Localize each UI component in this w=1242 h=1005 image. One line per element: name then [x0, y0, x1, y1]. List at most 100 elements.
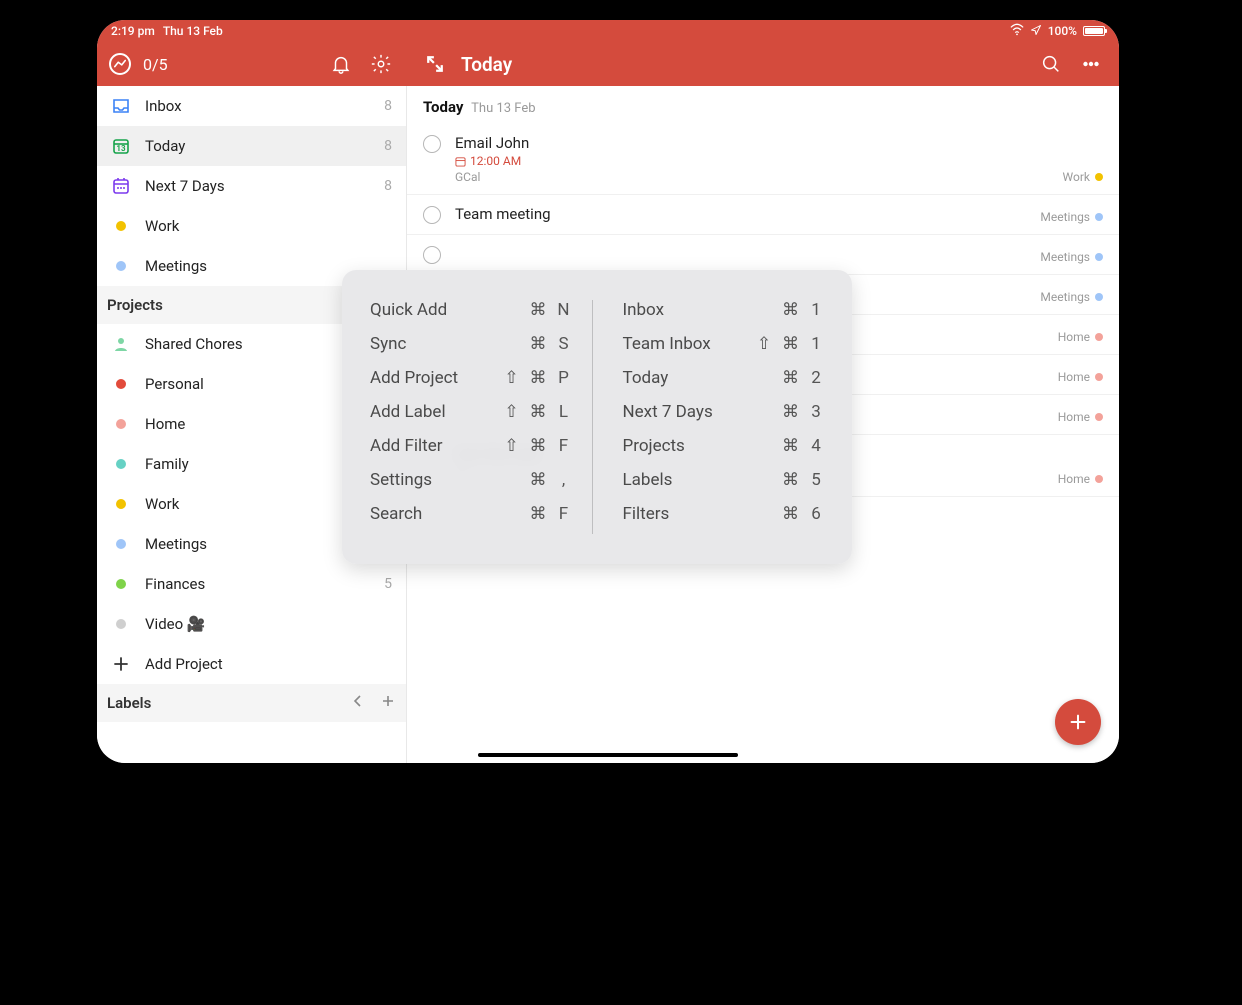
- shortcut-key: ⌘: [782, 504, 798, 524]
- page-title: Today: [461, 53, 512, 76]
- shortcut-row: Projects⌘4: [623, 436, 825, 456]
- shortcut-row: Inbox ⌘ 1: [623, 300, 825, 320]
- karma-icon[interactable]: [109, 53, 131, 75]
- date-header: Today Thu 13 Feb: [407, 86, 1119, 124]
- sidebar-item-label: Today: [145, 137, 370, 155]
- shortcut-name: Today: [623, 368, 745, 388]
- shortcut-name: Sync: [370, 334, 492, 354]
- battery-icon: [1083, 26, 1105, 36]
- svg-text:13: 13: [116, 144, 126, 153]
- labels-header[interactable]: Labels: [97, 684, 406, 722]
- sidebar-item-count: 5: [384, 576, 392, 592]
- dot-icon: [111, 256, 131, 276]
- sidebar-item-label: Work: [145, 217, 392, 235]
- add-task-fab[interactable]: [1055, 699, 1101, 745]
- chevron-left-icon[interactable]: [350, 693, 366, 713]
- shortcut-key: ⌘: [782, 300, 798, 320]
- shortcut-row: Today⌘2: [623, 368, 825, 388]
- shortcut-key: ⇧: [504, 368, 520, 388]
- shortcut-row: Sync ⌘ S: [370, 334, 572, 354]
- shortcut-row: Add Label⇧⌘L: [370, 402, 572, 422]
- settings-button[interactable]: [367, 50, 395, 78]
- status-date: Thu 13 Feb: [163, 24, 223, 38]
- shortcut-row: Next 7 Days⌘3: [623, 402, 825, 422]
- shortcut-name: Settings: [370, 470, 492, 490]
- shortcut-key: ⌘: [530, 334, 546, 354]
- shortcut-key: F: [556, 504, 572, 524]
- shortcut-name: Add Filter: [370, 436, 492, 456]
- task-checkbox[interactable]: [423, 135, 441, 153]
- more-button[interactable]: [1077, 50, 1105, 78]
- projects-header-label: Projects: [107, 296, 163, 314]
- shortcut-row: Quick Add⌘N: [370, 300, 572, 320]
- shortcut-key: 1: [808, 300, 824, 320]
- sidebar-item-count: 8: [384, 138, 392, 154]
- person-icon: [111, 334, 131, 354]
- karma-count[interactable]: 0/5: [143, 55, 168, 74]
- task-row[interactable]: Meetings: [407, 235, 1119, 275]
- add-project-label: Add Project: [145, 655, 392, 673]
- shortcut-key: ⌘: [782, 368, 798, 388]
- date-header-date: Thu 13 Feb: [471, 101, 535, 116]
- shortcut-name: Inbox: [623, 300, 745, 320]
- shortcut-key: ⌘: [782, 402, 798, 422]
- shortcut-key: ⌘: [530, 470, 546, 490]
- sidebar-item-label: Video 🎥: [145, 615, 392, 633]
- task-project-tag: Work: [1063, 170, 1103, 184]
- shortcut-row: Filters⌘6: [623, 504, 825, 524]
- task-checkbox[interactable]: [423, 206, 441, 224]
- shortcut-name: Projects: [623, 436, 745, 456]
- inbox-icon: [111, 96, 131, 116]
- task-checkbox[interactable]: [423, 246, 441, 264]
- shortcut-row: Settings⌘,: [370, 470, 572, 490]
- calendar-today-icon: 13: [111, 136, 131, 156]
- shortcut-name: Add Project: [370, 368, 492, 388]
- shortcut-name: Quick Add: [370, 300, 492, 320]
- status-time: 2:19 pm: [111, 24, 155, 38]
- shortcut-key: ⌘: [530, 368, 546, 388]
- expand-icon[interactable]: [421, 50, 449, 78]
- shortcut-name: Team Inbox: [623, 334, 745, 354]
- sidebar-project-finances[interactable]: Finances5: [97, 564, 406, 604]
- task-project-tag: Meetings: [1040, 210, 1103, 224]
- task-title: Email John: [455, 134, 1049, 152]
- shortcut-row: Add Project ⇧ ⌘ P: [370, 368, 572, 388]
- shortcut-key: P: [556, 368, 572, 388]
- shortcut-key: L: [556, 402, 572, 422]
- shortcut-row: Team Inbox⇧⌘1: [623, 334, 825, 354]
- task-project-tag: Meetings: [1040, 250, 1103, 264]
- add-project-button[interactable]: Add Project: [97, 644, 406, 684]
- sidebar-nav-today[interactable]: 13 Today 8: [97, 126, 406, 166]
- labels-header-label: Labels: [107, 694, 151, 712]
- add-label-icon[interactable]: [380, 693, 396, 713]
- search-button[interactable]: [1037, 50, 1065, 78]
- sidebar-project-video[interactable]: Video 🎥: [97, 604, 406, 644]
- shortcut-key: ⌘: [782, 470, 798, 490]
- dot-icon: [111, 454, 131, 474]
- notifications-button[interactable]: [327, 50, 355, 78]
- home-indicator[interactable]: [478, 753, 738, 757]
- shortcut-row: Add Filter⇧⌘F: [370, 436, 572, 456]
- task-row[interactable]: Team meeting Meetings: [407, 195, 1119, 235]
- shortcut-key: 4: [808, 436, 824, 456]
- shortcut-key: 5: [808, 470, 824, 490]
- device-frame: 2:19 pm Thu 13 Feb 100% 0/5: [97, 20, 1119, 763]
- dot-icon: [111, 216, 131, 236]
- shortcut-name: Next 7 Days: [623, 402, 745, 422]
- sidebar-item-label: Next 7 Days: [145, 177, 370, 195]
- sidebar-nav-next7[interactable]: Next 7 Days8: [97, 166, 406, 206]
- shortcut-key: ⌘: [530, 300, 546, 320]
- task-project-tag: Home: [1058, 330, 1103, 344]
- shortcut-name: Add Label: [370, 402, 492, 422]
- task-title: Team meeting: [455, 205, 1026, 223]
- task-project-tag: Home: [1058, 370, 1103, 384]
- date-header-today: Today: [423, 98, 463, 116]
- shortcut-name: Labels: [623, 470, 745, 490]
- sidebar-favorite-work[interactable]: Work: [97, 206, 406, 246]
- sidebar-nav-inbox[interactable]: Inbox8: [97, 86, 406, 126]
- task-project-tag: Home: [1058, 410, 1103, 424]
- shortcut-key: S: [556, 334, 572, 354]
- task-source: GCal: [455, 170, 1049, 184]
- task-row[interactable]: Email John12:00 AMGCalWork: [407, 124, 1119, 195]
- shortcut-key: F: [556, 436, 572, 456]
